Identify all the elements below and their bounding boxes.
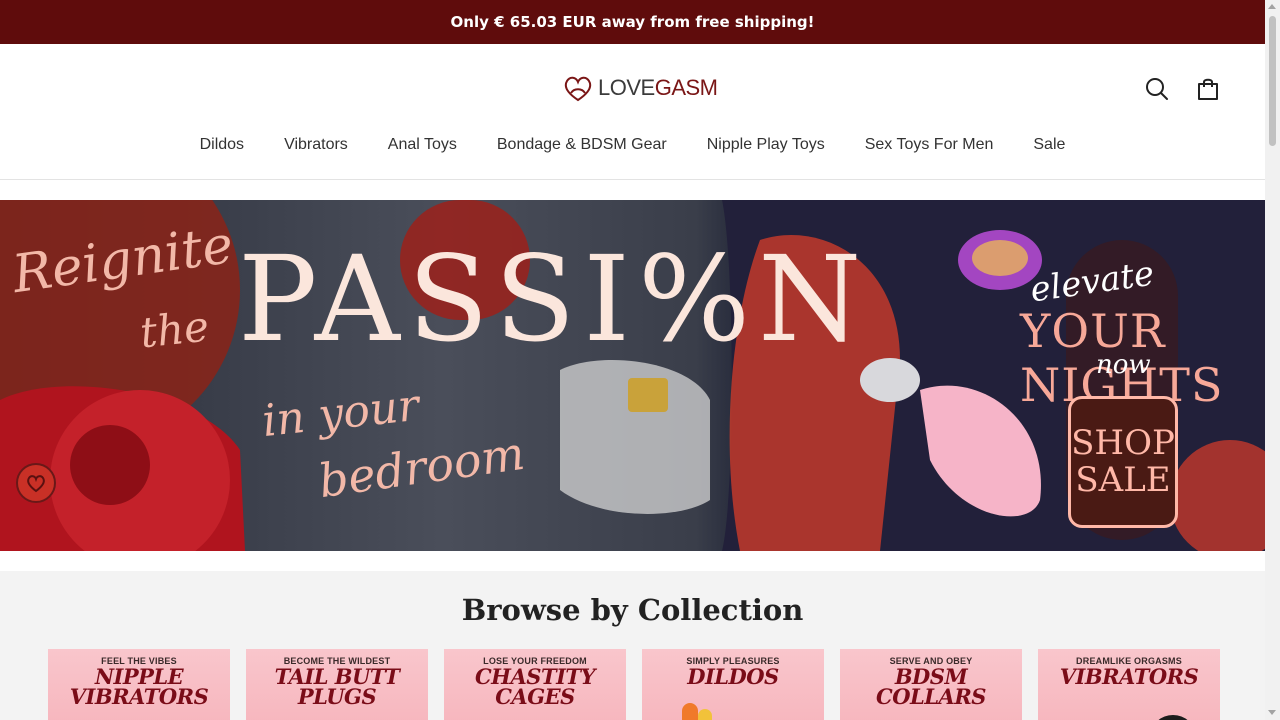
scroll-down-icon[interactable] bbox=[1268, 710, 1276, 715]
brand-badge-icon bbox=[16, 463, 56, 503]
announcement-text: Only € 65.03 EUR away from free shipping… bbox=[450, 13, 815, 31]
page-scrollbar[interactable] bbox=[1265, 0, 1280, 720]
nav-item-anal-toys[interactable]: Anal Toys bbox=[388, 136, 457, 154]
collection-card-vibrators[interactable]: DREAMLIKE ORGASMS VIBRATORS bbox=[1038, 649, 1220, 720]
heart-logo-icon bbox=[564, 76, 592, 102]
hero-headline: PASSI%N bbox=[238, 230, 870, 368]
collection-name: VIBRATORS bbox=[69, 684, 209, 709]
lock-product-icon bbox=[444, 709, 626, 720]
collection-grid: FEEL THE VIBES NIPPLE VIBRATORS BECOME T… bbox=[48, 649, 1220, 720]
main-nav: Dildos Vibrators Anal Toys Bondage & BDS… bbox=[0, 136, 1265, 154]
collection-name: VIBRATORS bbox=[1059, 664, 1199, 689]
collar-product-icon bbox=[840, 709, 1022, 720]
logo-text-main: LOVE bbox=[598, 75, 655, 100]
rose-product-icon bbox=[48, 709, 230, 720]
plug-product-icon bbox=[246, 709, 428, 720]
shop-sale-line1: SHOP bbox=[1071, 422, 1175, 463]
hero-right-now: now bbox=[1096, 350, 1151, 380]
shop-sale-line2: SALE bbox=[1075, 460, 1171, 500]
wand-product-icon bbox=[1158, 715, 1188, 720]
nav-item-dildos[interactable]: Dildos bbox=[200, 136, 244, 154]
nav-item-vibrators[interactable]: Vibrators bbox=[284, 136, 348, 154]
site-header: LOVEGASM Dildos Vibrators Anal Toys Bond… bbox=[0, 44, 1265, 180]
collection-card-bdsm-collars[interactable]: SERVE AND OBEY BDSM COLLARS bbox=[840, 649, 1022, 720]
hero-line-the: the bbox=[137, 301, 212, 358]
collection-name: DILDOS bbox=[687, 664, 779, 689]
search-icon[interactable] bbox=[1144, 76, 1170, 102]
logo[interactable]: LOVEGASM bbox=[562, 74, 718, 102]
nav-item-bondage-bdsm[interactable]: Bondage & BDSM Gear bbox=[497, 136, 667, 154]
dildo-product-icon bbox=[682, 703, 712, 720]
header-actions bbox=[1144, 76, 1221, 102]
collection-card-chastity-cages[interactable]: LOSE YOUR FREEDOM CHASTITY CAGES bbox=[444, 649, 626, 720]
collection-card-nipple-vibrators[interactable]: FEEL THE VIBES NIPPLE VIBRATORS bbox=[48, 649, 230, 720]
shop-sale-button[interactable]: SHOP SALE bbox=[1068, 396, 1178, 528]
announcement-bar: Only € 65.03 EUR away from free shipping… bbox=[0, 0, 1265, 44]
collection-name: CAGES bbox=[495, 684, 575, 709]
scroll-up-icon[interactable] bbox=[1268, 4, 1276, 9]
collection-name: COLLARS bbox=[876, 684, 986, 709]
hero-banner[interactable]: Reignite the PASSI%N in your bedroom ele… bbox=[0, 200, 1265, 551]
logo-text: LOVEGASM bbox=[598, 75, 718, 101]
cart-icon[interactable] bbox=[1195, 76, 1221, 102]
collection-card-tail-butt-plugs[interactable]: BECOME THE WILDEST TAIL BUTT PLUGS bbox=[246, 649, 428, 720]
nav-item-nipple-play[interactable]: Nipple Play Toys bbox=[707, 136, 825, 154]
browse-collections-section: Browse by Collection FEEL THE VIBES NIPP… bbox=[0, 571, 1265, 720]
collection-card-dildos[interactable]: SIMPLY PLEASURES DILDOS bbox=[642, 649, 824, 720]
browse-title: Browse by Collection bbox=[461, 593, 804, 627]
scroll-thumb[interactable] bbox=[1269, 16, 1276, 146]
logo-text-accent: GASM bbox=[654, 75, 718, 100]
nav-item-toys-for-men[interactable]: Sex Toys For Men bbox=[865, 136, 994, 154]
nav-item-sale[interactable]: Sale bbox=[1033, 136, 1065, 154]
collection-name: PLUGS bbox=[297, 684, 377, 709]
